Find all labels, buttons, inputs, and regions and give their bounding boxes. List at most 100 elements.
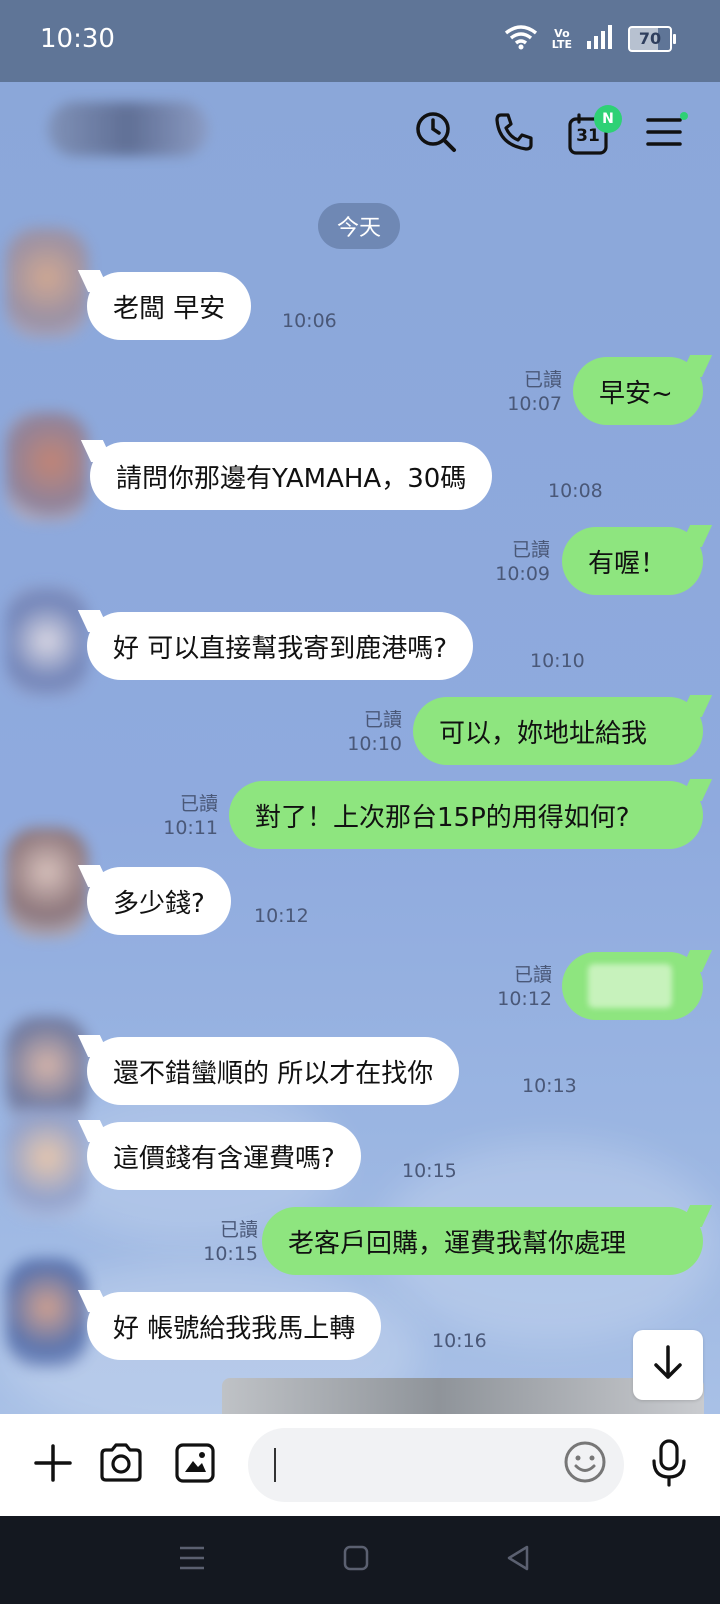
battery-level: 70 [638, 29, 662, 48]
message-bubble-in[interactable]: 老闆 早安 [87, 272, 252, 340]
message-text: 老客戶回購，運費我幫你處理 [288, 1228, 627, 1259]
message-text: 可以，妳地址給我 [439, 718, 648, 749]
message-time: 10:16 [432, 1330, 487, 1352]
message-time: 10:10 [530, 650, 585, 672]
message-time: 10:07 [507, 393, 562, 415]
message-bubble-out[interactable] [562, 952, 703, 1020]
message-meta: 已讀 10:09 [478, 538, 550, 586]
add-button[interactable] [28, 1440, 78, 1490]
battery-icon: 70 [628, 26, 676, 52]
message-bubble-out[interactable]: 早安~ [573, 357, 703, 425]
volte-bottom: LTE [551, 38, 572, 51]
read-receipt: 已讀 [511, 539, 550, 561]
message-meta: 已讀 10:15 [186, 1218, 258, 1266]
signal-icon [586, 25, 614, 53]
message-text: 這價錢有含運費嗎? [113, 1143, 335, 1174]
message-text: 早安~ [599, 378, 673, 409]
date-separator: 今天 [318, 203, 400, 249]
avatar[interactable] [6, 1258, 88, 1368]
read-receipt: 已讀 [219, 1219, 258, 1241]
recent-apps-button[interactable] [174, 1542, 210, 1578]
message-input-bar [0, 1414, 720, 1516]
message-bubble-in[interactable]: 好 可以直接幫我寄到鹿港嗎? [87, 612, 474, 680]
plus-icon [33, 1443, 73, 1487]
message-bubble-out[interactable]: 有喔！ [562, 527, 703, 595]
triangle-back-icon [505, 1544, 531, 1576]
message-bubble-out[interactable]: 對了！上次那台15P的用得如何? [229, 781, 703, 849]
search-history-button[interactable] [412, 110, 460, 158]
message-bubble-in[interactable]: 好 帳號給我我馬上轉 [87, 1292, 382, 1360]
message-text: 老闆 早安 [113, 293, 226, 324]
message-time: 10:15 [402, 1160, 457, 1182]
clock-search-icon [414, 110, 458, 158]
message-text: 請問你那邊有YAMAHA，30碼 [116, 463, 467, 494]
gallery-button[interactable] [170, 1440, 220, 1490]
text-cursor [274, 1448, 276, 1482]
square-icon [343, 1545, 369, 1575]
message-time: 10:11 [163, 817, 218, 839]
microphone-icon [651, 1439, 687, 1491]
emoji-button[interactable] [560, 1440, 610, 1490]
message-time: 10:12 [497, 988, 552, 1010]
image-message-preview[interactable] [222, 1378, 704, 1414]
home-button[interactable] [338, 1542, 374, 1578]
read-receipt: 已讀 [363, 709, 402, 731]
calendar-button[interactable]: 31 N [564, 105, 622, 158]
message-meta: 已讀 10:11 [146, 792, 218, 840]
avatar[interactable] [6, 412, 88, 522]
message-time: 10:15 [203, 1243, 258, 1265]
system-navigation-bar [0, 1516, 720, 1604]
volte-icon: Vo LTE [552, 28, 572, 50]
redacted-content [588, 964, 672, 1008]
message-text: 有喔！ [588, 548, 667, 579]
message-time: 10:09 [495, 563, 550, 585]
message-bubble-in[interactable]: 這價錢有含運費嗎? [87, 1122, 361, 1190]
message-text: 還不錯蠻順的 所以才在找你 [113, 1058, 434, 1089]
menu-button[interactable] [640, 110, 688, 158]
message-text: 好 帳號給我我馬上轉 [113, 1313, 356, 1344]
message-time: 10:08 [548, 480, 603, 502]
chat-header: 31 N [0, 82, 720, 192]
call-button[interactable] [490, 110, 538, 158]
message-input[interactable] [248, 1428, 624, 1502]
scroll-to-bottom-button[interactable] [633, 1330, 703, 1400]
avatar[interactable] [6, 228, 88, 338]
message-text: 好 可以直接幫我寄到鹿港嗎? [113, 633, 448, 664]
read-receipt: 已讀 [523, 369, 562, 391]
message-bubble-in[interactable]: 請問你那邊有YAMAHA，30碼 [90, 442, 493, 510]
message-meta: 已讀 10:10 [330, 708, 402, 756]
message-meta: 已讀 10:07 [490, 368, 562, 416]
camera-button[interactable] [96, 1440, 146, 1490]
avatar[interactable] [6, 586, 88, 696]
message-time: 10:12 [254, 905, 309, 927]
menu-icon [646, 112, 688, 152]
wifi-icon [504, 24, 538, 54]
status-bar: 10:30 Vo LTE 70 [0, 0, 720, 82]
phone-icon [493, 111, 535, 157]
message-bubble-out[interactable]: 可以，妳地址給我 [413, 697, 703, 765]
status-icons: Vo LTE 70 [504, 24, 676, 54]
contact-name-redacted[interactable] [48, 102, 208, 156]
menu-lines-icon [178, 1545, 206, 1575]
calendar-badge: N [594, 105, 622, 133]
message-text: 多少錢? [113, 888, 205, 919]
arrow-down-icon [651, 1344, 685, 1386]
image-icon [174, 1442, 216, 1488]
voice-button[interactable] [644, 1439, 694, 1491]
message-bubble-out[interactable]: 老客戶回購，運費我幫你處理 [262, 1207, 703, 1275]
message-bubble-in[interactable]: 還不錯蠻順的 所以才在找你 [87, 1037, 460, 1105]
message-time: 10:13 [522, 1075, 577, 1097]
message-time: 10:10 [347, 733, 402, 755]
calendar-icon: 31 N [568, 105, 622, 155]
avatar[interactable] [6, 828, 88, 938]
back-button[interactable] [500, 1542, 536, 1578]
avatar[interactable] [6, 1108, 88, 1218]
message-meta: 已讀 10:12 [480, 963, 552, 1011]
smiley-icon [563, 1440, 607, 1490]
menu-notification-dot [680, 112, 688, 120]
message-bubble-in[interactable]: 多少錢? [87, 867, 231, 935]
message-text: 對了！上次那台15P的用得如何? [255, 802, 630, 833]
read-receipt: 已讀 [513, 964, 552, 986]
status-time: 10:30 [40, 24, 115, 54]
camera-icon [98, 1442, 144, 1488]
